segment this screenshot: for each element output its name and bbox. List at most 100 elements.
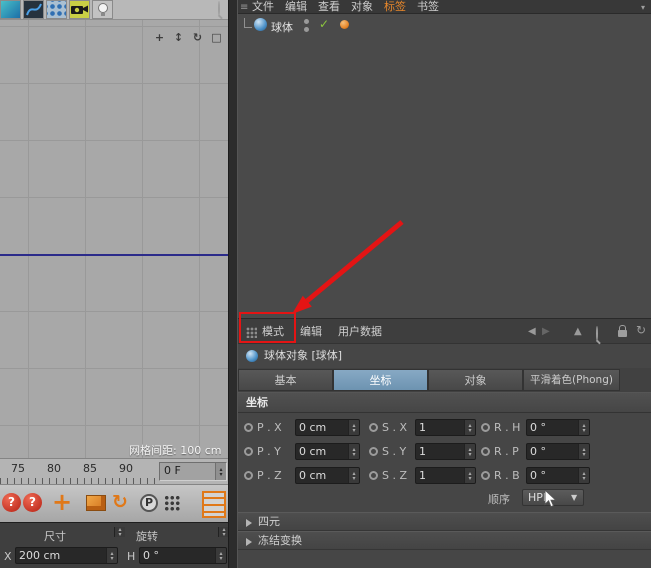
zoom-icon[interactable]: ↕	[172, 31, 185, 44]
sphere-object-icon	[246, 350, 258, 362]
pan-icon[interactable]: +	[153, 31, 166, 44]
sy-spinner[interactable]: ▴▾	[464, 444, 475, 459]
rh-spinner[interactable]: ▴▾	[578, 420, 589, 435]
rotation-h-spinner[interactable]: ▴▾	[215, 548, 226, 563]
maximize-view-icon[interactable]: □	[210, 31, 223, 44]
size-x-field[interactable]: 200 cm ▴▾	[15, 547, 118, 564]
render-visibility-dot[interactable]	[304, 27, 309, 32]
rp-field[interactable]: 0 ° ▴▾	[526, 443, 590, 460]
sz-field[interactable]: 1 ▴▾	[415, 467, 476, 484]
py-spinner[interactable]: ▴▾	[348, 444, 359, 459]
help-icon[interactable]: ?	[2, 493, 21, 512]
object-name[interactable]: 球体	[271, 19, 293, 35]
search-icon[interactable]	[218, 1, 220, 16]
am-title-row: 球体对象 [球体]	[238, 344, 651, 368]
frame-value: 0 F	[160, 463, 215, 480]
array-icon[interactable]	[46, 0, 67, 19]
chevron-down-icon[interactable]: ▾	[641, 1, 645, 14]
keyframe-circle[interactable]	[244, 423, 253, 432]
visibility-dots	[304, 19, 309, 35]
px-spinner[interactable]: ▴▾	[348, 420, 359, 435]
sx-field[interactable]: 1 ▴▾	[415, 419, 476, 436]
coordinates-section-header: 坐标	[238, 392, 651, 413]
enabled-check-icon[interactable]: ✓	[319, 17, 329, 31]
keyframe-circle[interactable]	[244, 447, 253, 456]
p-tool-icon[interactable]: P	[140, 494, 158, 512]
keyframe-circle[interactable]	[481, 471, 490, 480]
current-frame-field[interactable]: 0 F ▴▾	[159, 462, 227, 481]
frame-spinner[interactable]: ▴▾	[215, 463, 226, 480]
camera-icon[interactable]	[69, 0, 90, 19]
sz-spinner[interactable]: ▴▾	[464, 468, 475, 483]
freeze-transform-section[interactable]: 冻结变换	[238, 531, 651, 550]
snap-grid-icon[interactable]	[164, 495, 180, 511]
primitive-object-icon[interactable]	[0, 0, 21, 19]
help-icon[interactable]: ?	[23, 493, 42, 512]
quaternion-section[interactable]: 四元	[238, 512, 651, 531]
rb-field[interactable]: 0 ° ▴▾	[526, 467, 590, 484]
rotate-tool-icon[interactable]: ↻	[112, 491, 128, 513]
size-x-spinner[interactable]: ▴▾	[106, 548, 117, 563]
py-field[interactable]: 0 cm ▴▾	[295, 443, 360, 460]
pz-spinner[interactable]: ▴▾	[348, 468, 359, 483]
keyframe-circle[interactable]	[481, 423, 490, 432]
rotate-view-icon[interactable]: ↻	[191, 31, 204, 44]
am-search-icon[interactable]	[596, 326, 598, 341]
px-value: 0 cm	[296, 420, 348, 435]
cube-tool-icon[interactable]	[86, 495, 106, 511]
rb-spinner[interactable]: ▴▾	[578, 468, 589, 483]
sphere-object-icon[interactable]	[254, 18, 267, 31]
tab-phong[interactable]: 平滑着色(Phong)	[523, 369, 620, 391]
mode-grid-icon[interactable]	[246, 327, 257, 338]
rotation-h-field[interactable]: 0 ° ▴▾	[139, 547, 227, 564]
am-menu-userdata[interactable]: 用户数据	[338, 319, 382, 344]
sync-icon[interactable]: ↻	[636, 325, 646, 335]
phong-tag-icon[interactable]	[340, 20, 349, 29]
tab-coordinates[interactable]: 坐标	[333, 369, 428, 391]
editor-visibility-dot[interactable]	[304, 19, 309, 24]
menu-file[interactable]: 文件	[252, 0, 274, 13]
panel-toggle-icon[interactable]	[202, 491, 226, 518]
object-manager-menubar: ≡ 文件 编辑 查看 对象 标签 书签 ▾	[238, 0, 651, 14]
up-arrow-icon[interactable]: ▲	[574, 327, 582, 337]
am-menu-edit[interactable]: 编辑	[300, 319, 322, 344]
coordinate-manager: 尺寸 ▴▾ 旋转 ▴▾ X 200 cm ▴▾ H 0 ° ▴▾	[0, 522, 228, 568]
object-manager-list[interactable]: 球体 ✓	[238, 14, 651, 318]
tab-object[interactable]: 对象	[428, 369, 523, 391]
size-header-spinner[interactable]: ▴▾	[114, 527, 125, 537]
viewport[interactable]: + ↕ ↻ □ 网格间距: 100 cm	[0, 20, 228, 458]
history-forward-icon[interactable]: ▶	[542, 327, 550, 337]
move-tool-icon[interactable]: +	[52, 487, 72, 517]
menu-object[interactable]: 对象	[351, 0, 373, 13]
coord-row-y: P . Y 0 cm ▴▾ S . Y 1 ▴▾ R . P 0 ° ▴▾	[238, 441, 651, 463]
menu-edit[interactable]: 编辑	[285, 0, 307, 13]
spline-pen-icon[interactable]	[23, 0, 44, 19]
panel-menu-icon[interactable]: ≡	[240, 1, 248, 14]
px-field[interactable]: 0 cm ▴▾	[295, 419, 360, 436]
x-row-label: X	[4, 550, 12, 563]
sx-spinner[interactable]: ▴▾	[464, 420, 475, 435]
keyframe-circle[interactable]	[481, 447, 490, 456]
history-back-icon[interactable]: ◀	[528, 327, 536, 337]
sy-field[interactable]: 1 ▴▾	[415, 443, 476, 460]
pane-divider[interactable]	[228, 0, 238, 568]
menu-view[interactable]: 查看	[318, 0, 340, 13]
keyframe-circle[interactable]	[369, 423, 378, 432]
keyframe-circle[interactable]	[369, 447, 378, 456]
lock-icon[interactable]	[618, 330, 627, 337]
timeline-tick: 90	[116, 462, 136, 475]
am-menu-mode[interactable]: 模式	[262, 319, 284, 344]
menu-bookmarks[interactable]: 书签	[417, 0, 439, 13]
keyframe-circle[interactable]	[244, 471, 253, 480]
pz-field[interactable]: 0 cm ▴▾	[295, 467, 360, 484]
light-icon[interactable]	[92, 0, 113, 19]
order-dropdown[interactable]: HPB ▼	[522, 489, 584, 506]
timeline-ruler[interactable]: 75 80 85 90 0 F ▴▾	[0, 458, 228, 484]
sx-label: S . X	[382, 421, 413, 434]
rh-field[interactable]: 0 ° ▴▾	[526, 419, 590, 436]
tab-basic[interactable]: 基本	[238, 369, 333, 391]
keyframe-circle[interactable]	[369, 471, 378, 480]
menu-tags[interactable]: 标签	[384, 0, 406, 13]
quaternion-label: 四元	[258, 513, 280, 531]
rp-spinner[interactable]: ▴▾	[578, 444, 589, 459]
